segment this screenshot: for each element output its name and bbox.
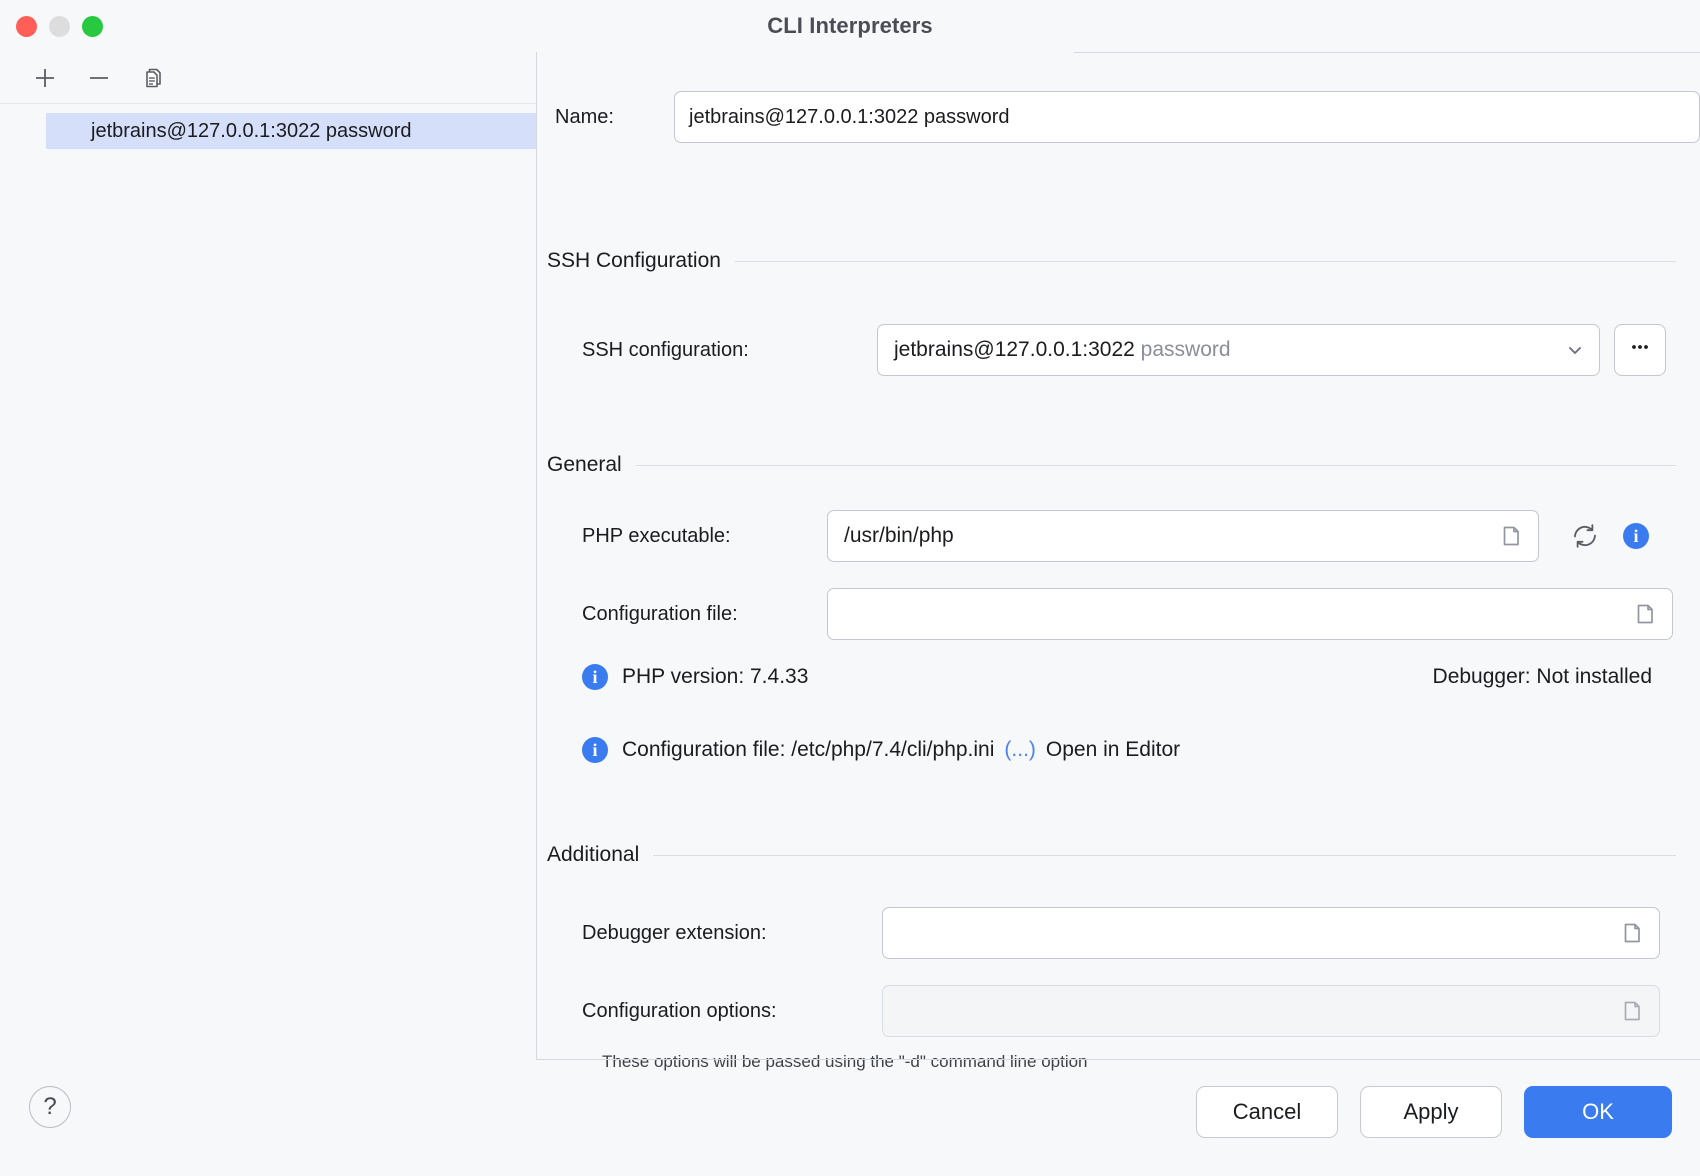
ssh-configuration-selected-value: jetbrains@127.0.0.1:3022 password — [894, 338, 1231, 362]
copy-icon — [140, 65, 166, 91]
minus-icon — [86, 65, 112, 91]
cli-interpreters-dialog: CLI Interpreters — [0, 0, 1700, 1176]
plus-icon — [32, 65, 58, 91]
configuration-options-input[interactable] — [882, 985, 1660, 1037]
section-divider — [653, 855, 1676, 856]
configuration-options-field-wrap — [882, 985, 1660, 1037]
configuration-file-label: Configuration file: — [582, 603, 827, 626]
ssh-configuration-label: SSH configuration: — [582, 339, 877, 362]
configuration-file-info-text: Configuration file: /etc/php/7.4/cli/php… — [622, 738, 994, 762]
configuration-file-info-row: i Configuration file: /etc/php/7.4/cli/p… — [582, 737, 1676, 763]
interpreter-list-panel: jetbrains@127.0.0.1:3022 password — [0, 52, 537, 1060]
footer-button-group: Cancel Apply OK — [1196, 1086, 1672, 1138]
ssh-config-host: jetbrains@127.0.0.1:3022 — [894, 338, 1135, 361]
folder-browse-icon[interactable] — [1619, 998, 1645, 1024]
ssh-configuration-section-header: SSH Configuration — [547, 249, 1676, 273]
configuration-file-input[interactable] — [827, 588, 1673, 640]
cancel-button[interactable]: Cancel — [1196, 1086, 1338, 1138]
ssh-configuration-select[interactable]: jetbrains@127.0.0.1:3022 password — [877, 324, 1600, 376]
ssh-config-auth: password — [1141, 338, 1231, 361]
help-button[interactable]: ? — [29, 1086, 71, 1128]
remove-interpreter-button[interactable] — [82, 61, 116, 95]
info-icon: i — [582, 664, 608, 690]
list-toolbar — [0, 52, 536, 104]
folder-browse-icon[interactable] — [1619, 920, 1645, 946]
configuration-options-row: Configuration options: — [582, 985, 1676, 1037]
list-item[interactable]: jetbrains@127.0.0.1:3022 password — [46, 113, 536, 149]
maximize-window-icon[interactable] — [82, 16, 103, 37]
title-bar: CLI Interpreters — [0, 0, 1700, 52]
debugger-extension-input[interactable] — [882, 907, 1660, 959]
configuration-file-field-wrap — [827, 588, 1673, 640]
page-title: CLI Interpreters — [767, 13, 932, 39]
open-in-editor-link[interactable]: Open in Editor — [1046, 738, 1180, 762]
debugger-extension-row: Debugger extension: — [582, 907, 1676, 959]
content-top-divider — [1074, 52, 1700, 53]
php-version-info-row: i PHP version: 7.4.33 Debugger: Not inst… — [582, 664, 1676, 690]
section-divider — [636, 465, 1676, 466]
list-item-label: jetbrains@127.0.0.1:3022 password — [91, 120, 412, 143]
php-version-text: PHP version: 7.4.33 — [622, 665, 808, 689]
folder-browse-icon[interactable] — [1632, 601, 1658, 627]
name-label: Name: — [555, 106, 660, 129]
configuration-file-row: Configuration file: — [582, 588, 1676, 640]
folder-browse-icon[interactable] — [1498, 523, 1524, 549]
php-executable-label: PHP executable: — [582, 525, 827, 548]
interpreter-settings-panel: Name: jetbrains@127.0.0.1:3022 password … — [537, 52, 1700, 1060]
debugger-extension-field-wrap — [882, 907, 1660, 959]
refresh-icon — [1569, 520, 1601, 552]
debugger-extension-label: Debugger extension: — [582, 922, 882, 945]
ellipsis-icon — [1627, 332, 1653, 358]
additional-section-header: Additional — [547, 843, 1676, 867]
section-title: General — [547, 453, 622, 477]
general-section-header: General — [547, 453, 1676, 477]
ok-button[interactable]: OK — [1524, 1086, 1672, 1138]
name-input[interactable]: jetbrains@127.0.0.1:3022 password — [674, 91, 1700, 143]
info-icon[interactable]: i — [1623, 523, 1649, 549]
ssh-configuration-browse-button[interactable] — [1614, 324, 1666, 376]
section-title: SSH Configuration — [547, 249, 721, 273]
php-executable-row: PHP executable: /usr/bin/php — [582, 510, 1676, 562]
php-executable-value: /usr/bin/php — [844, 524, 954, 548]
php-executable-field-wrap: /usr/bin/php — [827, 510, 1539, 562]
close-window-icon[interactable] — [16, 16, 37, 37]
php-executable-input[interactable]: /usr/bin/php — [827, 510, 1539, 562]
minimize-window-icon[interactable] — [49, 16, 70, 37]
interpreter-list[interactable]: jetbrains@127.0.0.1:3022 password — [0, 104, 536, 149]
name-row: Name: jetbrains@127.0.0.1:3022 password — [555, 91, 1700, 143]
section-divider — [735, 261, 1676, 262]
ssh-configuration-row: SSH configuration: jetbrains@127.0.0.1:3… — [582, 324, 1676, 376]
traffic-light-group — [16, 16, 103, 37]
dialog-footer: ? Cancel Apply OK — [0, 1060, 1700, 1176]
section-title: Additional — [547, 843, 639, 867]
dialog-body: jetbrains@127.0.0.1:3022 password Name: … — [0, 52, 1700, 1060]
info-icon: i — [582, 737, 608, 763]
configuration-options-label: Configuration options: — [582, 1000, 882, 1023]
debugger-status-text: Debugger: Not installed — [1433, 665, 1676, 689]
refresh-button[interactable] — [1569, 520, 1601, 552]
chevron-down-icon — [1563, 338, 1587, 362]
question-mark-icon: ? — [43, 1093, 56, 1121]
php-executable-actions: i — [1569, 520, 1649, 552]
copy-interpreter-button[interactable] — [136, 61, 170, 95]
apply-button[interactable]: Apply — [1360, 1086, 1502, 1138]
add-interpreter-button[interactable] — [28, 61, 62, 95]
config-file-expand-link[interactable]: (...) — [1004, 738, 1036, 762]
